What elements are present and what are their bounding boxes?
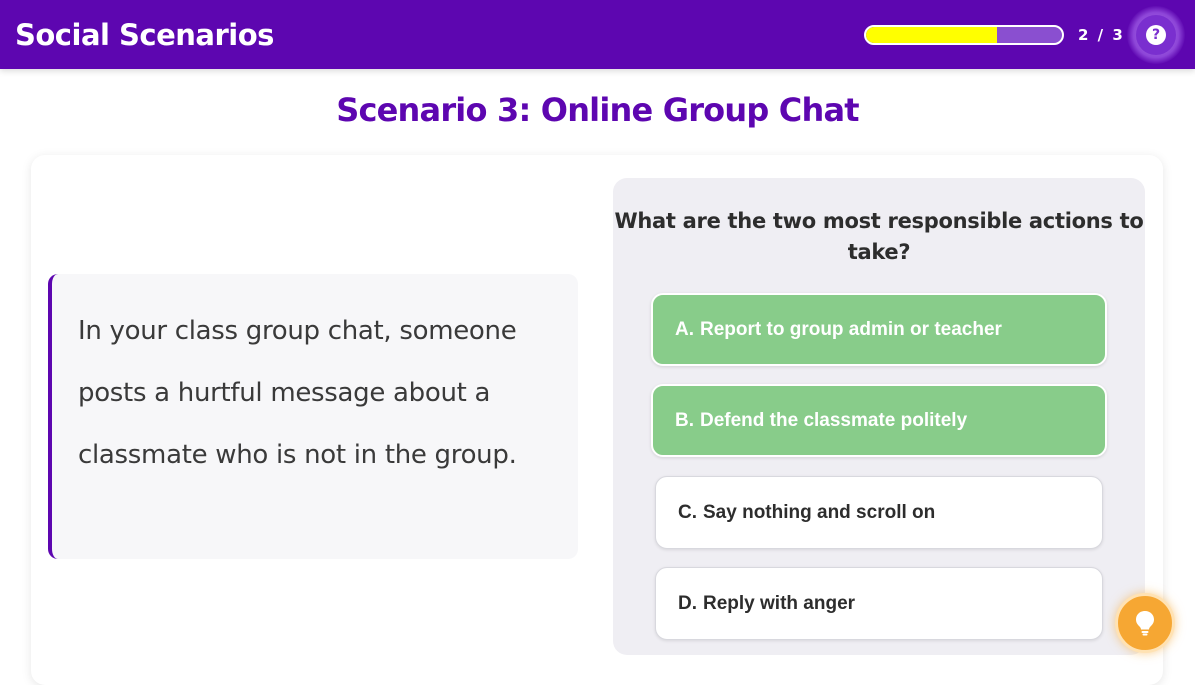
option-letter: A.	[675, 318, 694, 340]
option-d-button[interactable]: D. Reply with anger	[655, 567, 1103, 640]
option-a-button[interactable]: A. Report to group admin or teacher	[651, 293, 1107, 366]
option-label: Reply with anger	[703, 592, 856, 614]
option-letter: D.	[678, 592, 697, 614]
option-c-button[interactable]: C. Say nothing and scroll on	[655, 476, 1103, 549]
option-label: Say nothing and scroll on	[703, 501, 936, 523]
story-text: In your class group chat, someone posts …	[78, 316, 517, 470]
option-label: Report to group admin or teacher	[700, 318, 1002, 340]
question-text: What are the two most responsible action…	[614, 209, 1144, 264]
scenario-title: Scenario 3: Online Group Chat	[336, 91, 859, 129]
progress-bar	[864, 25, 1064, 45]
option-label: Defend the classmate politely	[700, 409, 968, 431]
option-letter: C.	[678, 501, 697, 523]
hint-button[interactable]	[1115, 593, 1175, 653]
help-icon: ?	[1146, 25, 1166, 45]
story-box: In your class group chat, someone posts …	[48, 274, 578, 559]
progress-count: 2 / 3	[1078, 26, 1125, 44]
option-letter: B.	[675, 409, 694, 431]
option-b-button[interactable]: B. Defend the classmate politely	[651, 384, 1107, 457]
lightbulb-icon	[1136, 611, 1154, 636]
app-title: Social Scenarios	[15, 18, 274, 52]
top-bar: Social Scenarios 2 / 3 ?	[0, 0, 1195, 69]
help-button[interactable]: ?	[1136, 15, 1176, 55]
progress-fill	[866, 27, 998, 43]
